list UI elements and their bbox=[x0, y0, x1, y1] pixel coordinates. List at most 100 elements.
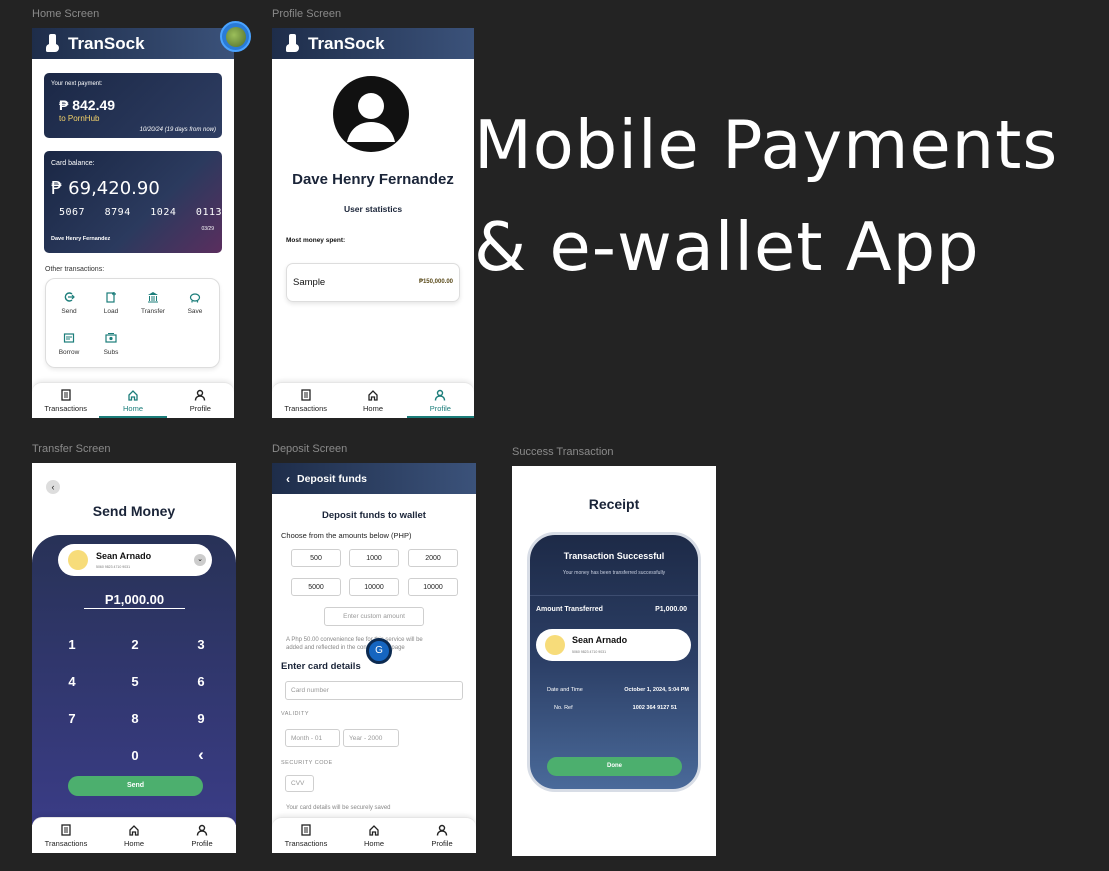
card-holder: Dave Henry Fernandez bbox=[51, 236, 111, 242]
card-number: 5067 8794 1024 0113 bbox=[59, 207, 223, 218]
tx-save-button[interactable]: Save bbox=[174, 291, 216, 315]
key-9[interactable]: 9 bbox=[191, 711, 211, 726]
choose-amount-label: Choose from the amounts below (PHP) bbox=[281, 531, 412, 540]
nav-home-label: Home bbox=[123, 838, 144, 848]
send-button[interactable]: Send bbox=[68, 776, 203, 796]
fee-note-line2: added and reflected in the confirmation … bbox=[286, 645, 405, 651]
home-icon bbox=[368, 389, 378, 401]
profile-name: Dave Henry Fernandez bbox=[292, 171, 454, 188]
nav-home[interactable]: Home bbox=[99, 383, 167, 418]
amount-transferred-label: Amount Transferred bbox=[536, 606, 603, 613]
avatar-image bbox=[226, 27, 246, 47]
tx-subs-button[interactable]: Subs bbox=[90, 332, 132, 356]
bank-icon bbox=[148, 292, 158, 303]
key-5[interactable]: 5 bbox=[125, 674, 145, 689]
key-7[interactable]: 7 bbox=[62, 711, 82, 726]
sock-logo-icon bbox=[286, 33, 300, 54]
bottom-nav: Transactions Home Profile bbox=[272, 382, 474, 418]
nav-transactions[interactable]: Transactions bbox=[32, 383, 99, 418]
avatar[interactable] bbox=[220, 21, 251, 52]
profile-picture bbox=[333, 76, 409, 152]
tx-send-button[interactable]: Send bbox=[48, 291, 90, 315]
key-2[interactable]: 2 bbox=[125, 637, 145, 652]
tx-save-label: Save bbox=[187, 308, 203, 315]
piggy-bank-icon bbox=[189, 293, 201, 303]
app-header: TranSock bbox=[32, 28, 234, 59]
key-1[interactable]: 1 bbox=[62, 637, 82, 652]
nav-profile[interactable]: Profile bbox=[408, 818, 476, 853]
backspace-key[interactable]: ‹ bbox=[191, 745, 211, 765]
next-payment-card[interactable]: Your next payment: ₱ 842.49 to PornHub 1… bbox=[44, 73, 222, 138]
deposit-title: Deposit funds to wallet bbox=[322, 510, 426, 521]
receipt-icon bbox=[61, 388, 71, 401]
date-label: Date and Time bbox=[547, 687, 583, 693]
nav-home-label: Home bbox=[363, 838, 384, 848]
transfer-screen-label: Transfer Screen bbox=[32, 443, 111, 455]
stat-card[interactable]: Sample ₱150,000.00 bbox=[286, 263, 460, 302]
key-4[interactable]: 4 bbox=[62, 674, 82, 689]
chevron-down-icon[interactable]: ⌄ bbox=[194, 554, 206, 566]
recipient-selector[interactable]: Sean Arnado 5060 9823 4710 9031 ⌄ bbox=[58, 544, 212, 576]
divider bbox=[530, 595, 698, 596]
cvv-input[interactable]: CVV bbox=[285, 775, 314, 792]
amount-option-500[interactable]: 500 bbox=[291, 549, 341, 567]
user-icon bbox=[436, 824, 448, 836]
nav-profile-label: Profile bbox=[429, 403, 451, 413]
amount-option-2000[interactable]: 2000 bbox=[408, 549, 458, 567]
tx-load-label: Load bbox=[103, 308, 119, 315]
fab-button[interactable]: G bbox=[366, 638, 392, 664]
key-6[interactable]: 6 bbox=[191, 674, 211, 689]
security-code-label: SECURITY CODE bbox=[281, 760, 333, 766]
user-stats-label: User statistics bbox=[343, 204, 403, 214]
validity-label: VALIDITY bbox=[281, 711, 310, 717]
headline-line2: & e-wallet App bbox=[474, 208, 980, 286]
nav-home[interactable]: Home bbox=[340, 818, 408, 853]
nav-profile[interactable]: Profile bbox=[167, 383, 234, 418]
ref-value: 1002 364 9127 51 bbox=[632, 705, 677, 711]
tx-load-button[interactable]: Load bbox=[90, 291, 132, 315]
secure-note: Your card details will be securely saved bbox=[286, 805, 391, 811]
load-icon bbox=[106, 292, 116, 303]
amount-option-10000-b[interactable]: 10000 bbox=[408, 578, 458, 596]
transfer-amount: P1,000.00 bbox=[84, 592, 185, 609]
amount-option-1000[interactable]: 1000 bbox=[349, 549, 399, 567]
fee-note-line1: A Php 50.00 convenience fee for this ser… bbox=[286, 637, 423, 643]
nav-transactions[interactable]: Transactions bbox=[272, 383, 339, 418]
year-input[interactable]: Year - 2000 bbox=[343, 729, 399, 747]
key-0[interactable]: 0 bbox=[125, 748, 145, 763]
stat-card-value: ₱150,000.00 bbox=[418, 279, 453, 285]
profile-screen: TranSock Dave Henry Fernandez User stati… bbox=[272, 28, 474, 418]
card-number-input[interactable]: Card number bbox=[285, 681, 463, 700]
key-8[interactable]: 8 bbox=[125, 711, 145, 726]
transfer-screen: ‹ Send Money Sean Arnado 5060 9823 4710 … bbox=[32, 463, 236, 853]
next-payment-recipient: to PornHub bbox=[59, 114, 100, 123]
nav-profile[interactable]: Profile bbox=[406, 383, 474, 418]
sock-logo-icon bbox=[46, 33, 60, 54]
back-chevron-icon[interactable]: ‹ bbox=[286, 472, 290, 486]
home-icon bbox=[128, 389, 138, 401]
nav-home[interactable]: Home bbox=[100, 818, 168, 853]
tx-transfer-button[interactable]: Transfer bbox=[132, 291, 174, 315]
borrow-icon bbox=[63, 333, 75, 343]
nav-home[interactable]: Home bbox=[339, 383, 406, 418]
recipient-avatar bbox=[68, 550, 88, 570]
nav-transactions[interactable]: Transactions bbox=[272, 818, 340, 853]
tx-borrow-button[interactable]: Borrow bbox=[48, 332, 90, 356]
amount-option-5000[interactable]: 5000 bbox=[291, 578, 341, 596]
brand-name: TranSock bbox=[68, 33, 145, 53]
balance-card[interactable]: Card balance: ₱ 69,420.90 5067 8794 1024… bbox=[44, 151, 222, 253]
month-input[interactable]: Month - 01 bbox=[285, 729, 340, 747]
custom-amount-input[interactable]: Enter custom amount bbox=[324, 607, 424, 626]
user-silhouette-icon bbox=[347, 93, 395, 142]
receipt-screen: Receipt Transaction Successful Your mone… bbox=[512, 466, 716, 856]
nav-home-label: Home bbox=[362, 403, 383, 413]
deposit-header-title: Deposit funds bbox=[297, 472, 367, 485]
receipt-title: Receipt bbox=[588, 496, 640, 512]
nav-profile[interactable]: Profile bbox=[168, 818, 236, 853]
deposit-header: ‹ Deposit funds bbox=[272, 463, 476, 494]
back-button[interactable]: ‹ bbox=[46, 480, 60, 494]
nav-transactions[interactable]: Transactions bbox=[32, 818, 100, 853]
done-button[interactable]: Done bbox=[547, 757, 682, 776]
key-3[interactable]: 3 bbox=[191, 637, 211, 652]
amount-option-10000-a[interactable]: 10000 bbox=[349, 578, 399, 596]
